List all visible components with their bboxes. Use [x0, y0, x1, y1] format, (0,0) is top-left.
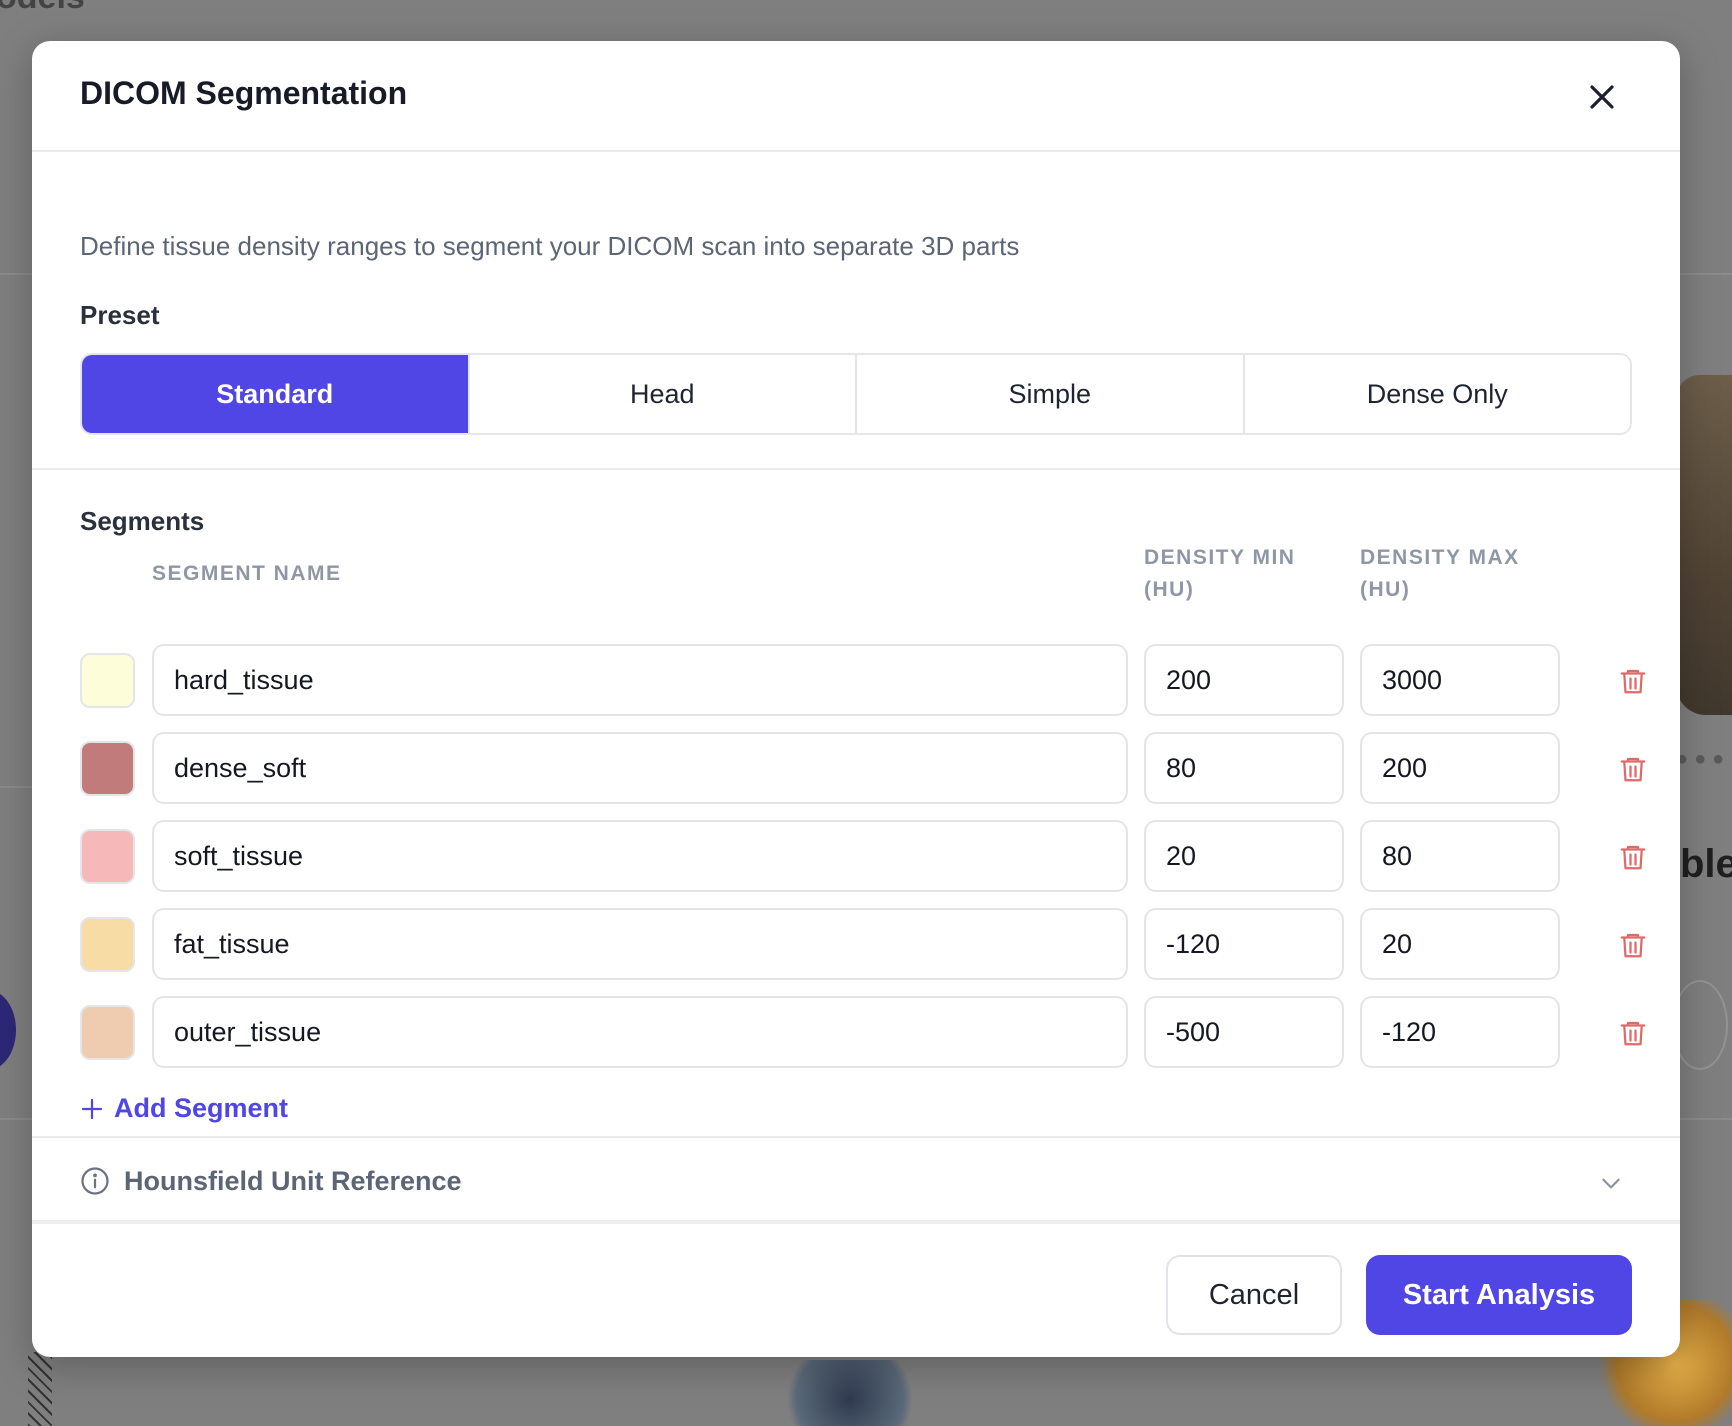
density-min-input[interactable] [1144, 996, 1344, 1068]
preset-selector: Standard Head Simple Dense Only [80, 353, 1632, 435]
segment-name-input[interactable] [152, 732, 1128, 804]
segment-row [80, 996, 1646, 1068]
preset-simple-button[interactable]: Simple [857, 355, 1245, 433]
delete-segment-button[interactable] [1618, 666, 1648, 696]
segment-color-swatch[interactable] [80, 917, 135, 972]
segment-name-input[interactable] [152, 908, 1128, 980]
segment-color-swatch[interactable] [80, 1005, 135, 1060]
background-image [770, 1360, 930, 1426]
background-shape [0, 458, 30, 602]
segment-color-swatch[interactable] [80, 829, 135, 884]
segment-row [80, 908, 1646, 980]
density-min-input[interactable] [1144, 908, 1344, 980]
background-divider [0, 786, 32, 788]
density-max-input[interactable] [1360, 820, 1560, 892]
background-divider [1680, 273, 1732, 275]
background-divider [0, 273, 32, 275]
dialog-description: Define tissue density ranges to segment … [80, 231, 1020, 261]
segment-color-swatch[interactable] [80, 741, 135, 796]
column-header-line: (HU) [1360, 578, 1411, 601]
delete-segment-button[interactable] [1618, 930, 1648, 960]
segment-row [80, 732, 1646, 804]
background-button [0, 990, 16, 1070]
background-divider [0, 1118, 32, 1120]
density-max-input[interactable] [1360, 732, 1560, 804]
close-button[interactable] [1580, 75, 1624, 119]
background-heading: odels [0, 0, 85, 17]
preset-section: Define tissue density ranges to segment … [32, 152, 1680, 470]
dicom-segmentation-dialog: DICOM Segmentation Define tissue density… [32, 41, 1680, 1357]
column-header-density-max: DENSITY MAX (HU) [1360, 542, 1520, 606]
delete-segment-button[interactable] [1618, 754, 1648, 784]
preset-standard-button[interactable]: Standard [82, 355, 470, 433]
column-header-line: DENSITY MIN [1144, 546, 1296, 569]
column-header-line: DENSITY MAX [1360, 546, 1520, 569]
cancel-button[interactable]: Cancel [1166, 1255, 1342, 1335]
density-max-input[interactable] [1360, 996, 1560, 1068]
background-divider [1680, 1118, 1732, 1120]
column-header-segment-name: SEGMENT NAME [152, 562, 342, 585]
background-character-image [1676, 375, 1732, 715]
segment-name-input[interactable] [152, 996, 1128, 1068]
start-analysis-button[interactable]: Start Analysis [1366, 1255, 1632, 1335]
add-segment-label: Add Segment [114, 1093, 289, 1123]
info-icon [81, 1167, 109, 1195]
segment-name-input[interactable] [152, 644, 1128, 716]
delete-segment-button[interactable] [1618, 1018, 1648, 1048]
density-max-input[interactable] [1360, 644, 1560, 716]
segments-title: Segments [80, 506, 205, 536]
background-carousel-dots: ●●● [1676, 748, 1731, 770]
plus-icon [81, 1098, 103, 1119]
dialog-title: DICOM Segmentation [80, 75, 408, 111]
segment-row [80, 820, 1646, 892]
preset-label: Preset [80, 300, 160, 330]
dialog-header: DICOM Segmentation [32, 41, 1680, 152]
chevron-down-icon [1602, 1178, 1620, 1189]
hounsfield-reference-toggle[interactable]: Hounsfield Unit Reference [32, 1138, 1680, 1224]
trash-icon [1620, 845, 1646, 870]
segment-color-swatch[interactable] [80, 653, 135, 708]
segment-name-input[interactable] [152, 820, 1128, 892]
dialog-footer: Cancel Start Analysis [32, 1228, 1680, 1357]
background-text: ble [1680, 842, 1732, 886]
density-min-input[interactable] [1144, 644, 1344, 716]
add-segment-button[interactable]: Add Segment [80, 1093, 288, 1124]
background-button [1672, 980, 1728, 1070]
segment-row [80, 644, 1646, 716]
segments-section: Segments SEGMENT NAME DENSITY MIN (HU) D… [32, 470, 1680, 1138]
density-max-input[interactable] [1360, 908, 1560, 980]
trash-icon [1620, 757, 1646, 782]
trash-icon [1620, 933, 1646, 958]
density-min-input[interactable] [1144, 820, 1344, 892]
density-min-input[interactable] [1144, 732, 1344, 804]
column-header-density-min: DENSITY MIN (HU) [1144, 542, 1295, 606]
close-icon [1590, 85, 1614, 109]
background-image [28, 1352, 52, 1426]
preset-head-button[interactable]: Head [469, 355, 857, 433]
trash-icon [1620, 669, 1646, 694]
delete-segment-button[interactable] [1618, 842, 1648, 872]
hounsfield-reference-label: Hounsfield Unit Reference [124, 1166, 462, 1196]
column-header-line: (HU) [1144, 578, 1195, 601]
preset-dense-only-button[interactable]: Dense Only [1244, 355, 1630, 433]
trash-icon [1620, 1021, 1646, 1046]
